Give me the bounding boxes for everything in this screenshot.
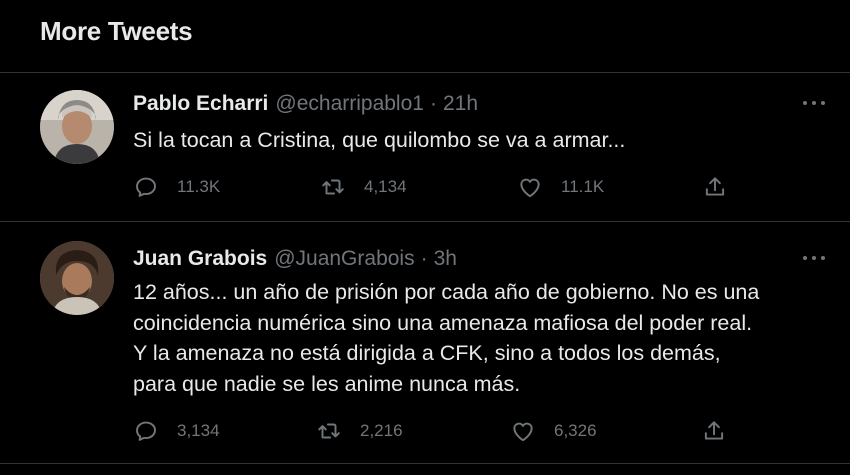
reply-icon [136, 177, 156, 197]
avatar[interactable] [40, 90, 114, 164]
reply-button[interactable]: 3,134 [133, 416, 220, 446]
reply-count: 3,134 [177, 421, 220, 440]
retweet-button[interactable]: 2,216 [316, 416, 403, 446]
tweet-actions: 3,134 2,216 6,326 [0, 416, 850, 446]
section-title: More Tweets [40, 16, 193, 46]
reply-count: 11.3K [177, 177, 221, 196]
like-count: 11.1K [561, 177, 605, 196]
like-count: 6,326 [554, 421, 597, 440]
tweet-text: Si la tocan a Cristina, que quilombo se … [133, 125, 833, 156]
avatar[interactable] [40, 241, 114, 315]
tweet-card[interactable]: Pablo Echarri @echarripablo1 · 21h Si la… [0, 73, 850, 221]
tweet-text-line: coincidencia numérica sino una amenaza m… [133, 310, 753, 335]
separator-dot: · [429, 92, 437, 115]
tweet-text: 12 años... un año de prisión por cada añ… [133, 277, 833, 399]
share-button[interactable] [701, 416, 727, 446]
retweet-count: 2,216 [360, 421, 403, 440]
retweet-icon [318, 423, 340, 439]
tweet-actions: 11.3K 4,134 11.1K [0, 172, 850, 202]
reply-button[interactable]: 11.3K [133, 172, 220, 202]
heart-icon [513, 422, 533, 442]
retweet-icon [322, 179, 344, 195]
tweet-text-line: Si la tocan a Cristina, que quilombo se … [133, 128, 626, 152]
retweet-button[interactable]: 4,134 [320, 172, 407, 202]
more-icon[interactable] [796, 93, 832, 113]
tweet-author-handle[interactable]: @echarripablo1 [275, 92, 424, 116]
divider [0, 463, 850, 464]
tweet-text-line: Y la amenaza no está dirigida a CFK, sin… [133, 341, 721, 365]
tweet-timestamp[interactable]: 3h [434, 247, 457, 271]
separator-dot: · [420, 247, 428, 270]
tweet-author-handle[interactable]: @JuanGrabois [274, 247, 414, 271]
heart-icon [520, 178, 540, 198]
share-button[interactable] [702, 172, 728, 202]
like-button[interactable]: 11.1K [517, 172, 604, 202]
reply-icon [136, 421, 156, 441]
retweet-count: 4,134 [364, 177, 407, 196]
tweet-text-line: 12 años... un año de prisión por cada añ… [133, 280, 760, 304]
tweet-timestamp[interactable]: 21h [443, 92, 478, 116]
tweet-author-name[interactable]: Pablo Echarri [133, 92, 268, 116]
more-icon[interactable] [796, 248, 832, 268]
share-icon [704, 421, 724, 440]
like-button[interactable]: 6,326 [510, 416, 597, 446]
tweet-card[interactable]: Juan Grabois @JuanGrabois · 3h 12 años..… [0, 222, 850, 462]
more-tweets-panel: More Tweets Pablo Echarri @echarripablo1… [0, 0, 850, 475]
tweet-text-line: para que nadie se les anime nunca más. [133, 371, 521, 396]
share-icon [705, 177, 725, 196]
tweet-author-name[interactable]: Juan Grabois [133, 247, 267, 271]
